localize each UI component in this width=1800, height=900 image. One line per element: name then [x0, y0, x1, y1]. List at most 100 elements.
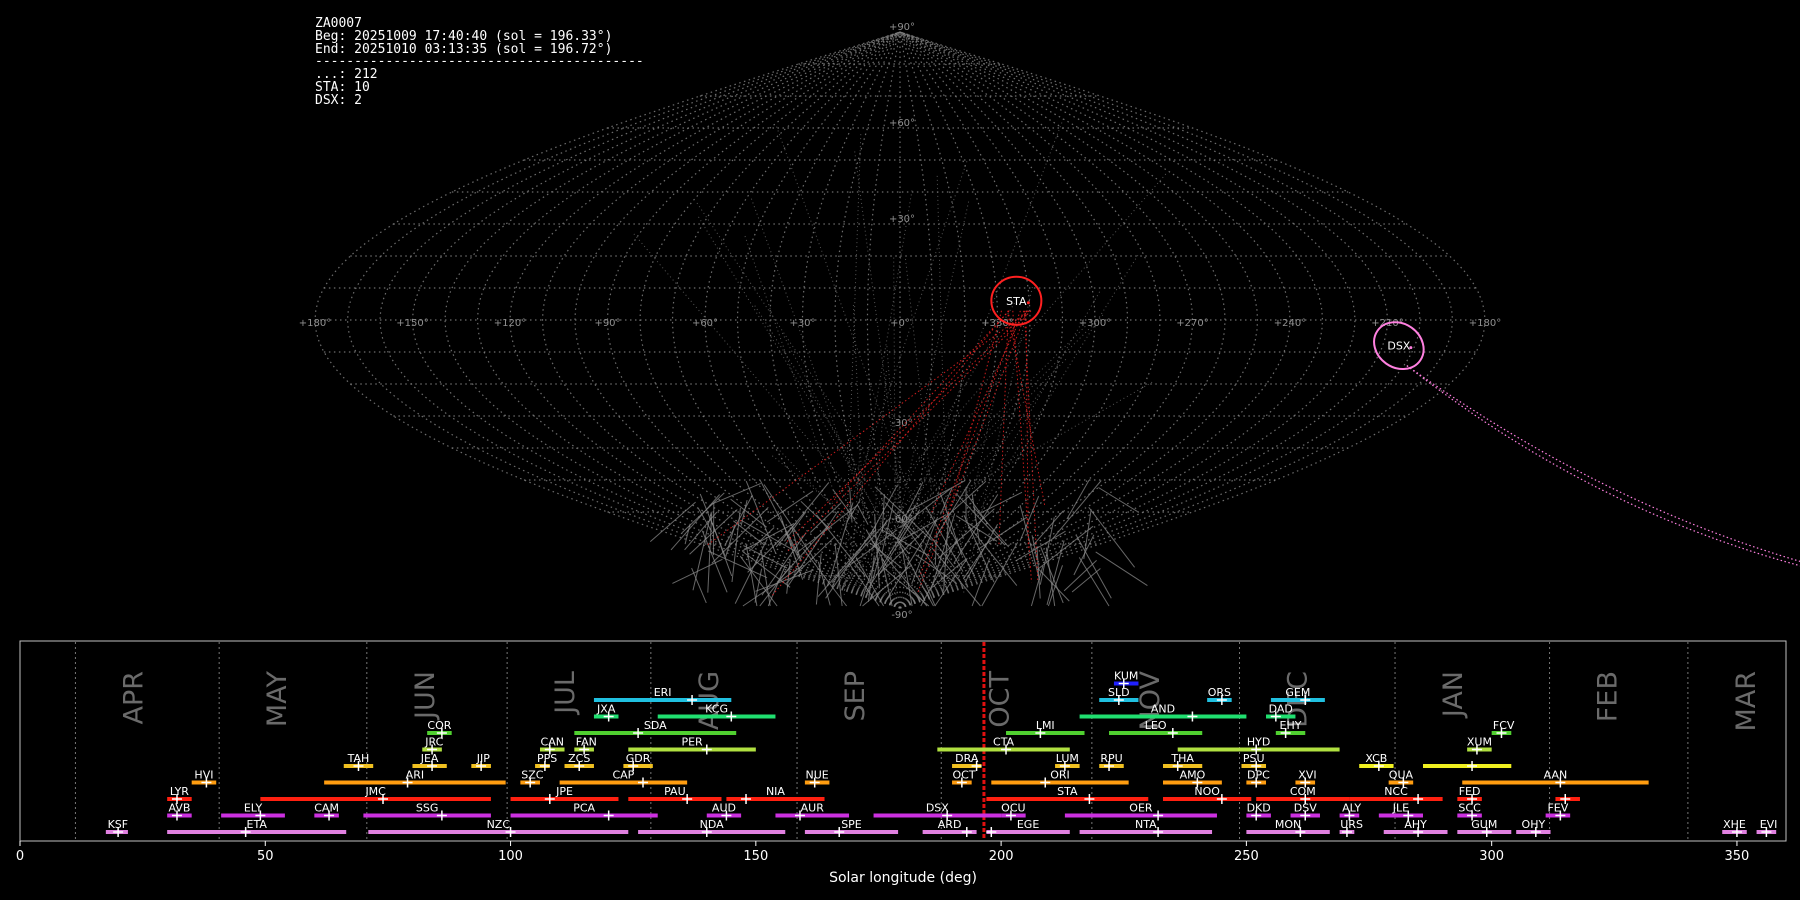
shower-bar	[952, 764, 982, 768]
lon-tick-label: +60°	[692, 318, 718, 329]
dsx-trail	[1406, 365, 1800, 567]
shower-fev: FEV	[1545, 802, 1571, 821]
shower-bar	[559, 780, 688, 785]
shower-code-label: JIP	[476, 752, 490, 765]
shower-bar	[628, 797, 722, 801]
meteor-trail	[1098, 487, 1138, 513]
shower-code-label: XCB	[1365, 752, 1387, 765]
shower-bar	[510, 797, 619, 801]
shower-code-label: GEM	[1285, 686, 1310, 699]
month-label: AUG	[694, 671, 725, 730]
meteor-trail	[1036, 525, 1094, 570]
shower-code-label: NDA	[700, 818, 725, 831]
month-label: OCT	[984, 671, 1015, 728]
meteor-trail	[843, 134, 862, 596]
meteor-trail	[1076, 535, 1112, 599]
shower-zcs: ZCS	[564, 752, 594, 771]
shower-code-label: SZC	[521, 769, 544, 782]
shower-gdr: GDR	[623, 752, 653, 771]
shower-code-label: OHY	[1522, 818, 1546, 831]
shower-code-label: PPS	[537, 752, 557, 765]
shower-circle-label: DSX	[1387, 340, 1410, 353]
shower-bar	[564, 764, 594, 768]
shower-bar	[1378, 813, 1423, 818]
shower-bar	[1099, 698, 1139, 702]
meteor-trail	[1019, 495, 1040, 542]
shower-fed: FED	[1457, 785, 1482, 804]
meteor-trail	[707, 550, 768, 579]
shower-bar	[1545, 813, 1571, 818]
lon-tick-label: +120°	[494, 318, 526, 329]
shower-bar	[343, 764, 374, 768]
meteor-trail	[741, 523, 795, 552]
shower-code-label: NIA	[766, 785, 785, 798]
shower-code-label: DRA	[955, 752, 979, 765]
shower-code-label: AMO	[1180, 769, 1206, 782]
shower-aur: AUR	[775, 802, 850, 821]
shower-bar	[1246, 780, 1267, 785]
meteor-trail	[831, 516, 892, 584]
shower-cam: CAM	[314, 802, 339, 821]
shower-code-label: ZCS	[568, 752, 590, 765]
shower-bar	[986, 830, 1070, 834]
sta-trail	[930, 310, 1025, 515]
shower-code-label: ARI	[406, 769, 424, 782]
month-label: JUN	[410, 671, 441, 721]
meteor-trail	[745, 545, 758, 607]
meteor-trail	[1095, 551, 1148, 587]
shower-code-label: ORI	[1050, 769, 1070, 782]
shower-spe: SPE	[804, 818, 899, 837]
shower-bar	[623, 764, 653, 768]
x-tick-label: 150	[743, 849, 768, 864]
shower-code-label: AAN	[1544, 769, 1568, 782]
shower-code-label: SCC	[1458, 802, 1481, 815]
shower-bar	[1064, 813, 1217, 818]
meteor-trail	[1045, 547, 1056, 607]
shower-dad: DAD	[1266, 703, 1296, 722]
shower-bar	[324, 780, 506, 785]
shower-bar	[105, 830, 128, 834]
shower-sta: STA	[986, 785, 1149, 804]
shower-bar	[167, 813, 192, 818]
shower-eri: ERI	[593, 686, 732, 705]
meteor-trail	[955, 492, 1006, 546]
shower-unlabeled	[1422, 761, 1512, 771]
shower-bar	[363, 813, 491, 818]
meteor-trail	[710, 482, 761, 506]
shower-bar	[1099, 764, 1124, 768]
shower-jle: JLE	[1378, 802, 1423, 821]
shower-bar	[1207, 698, 1232, 702]
shower-bar	[657, 714, 776, 719]
shower-aud: AUD	[706, 802, 742, 821]
shower-bar	[628, 747, 756, 752]
meteor-trail	[981, 542, 1019, 607]
shower-bar	[191, 780, 217, 785]
shower-code-label: SSG	[416, 802, 439, 815]
shower-szc: SZC	[520, 769, 544, 788]
x-tick-label: 200	[989, 849, 1014, 864]
shower-per: PER	[628, 736, 756, 755]
shower-code-label: JXA	[596, 703, 616, 716]
shower-code-label: NCC	[1384, 785, 1408, 798]
meteor-trail	[843, 381, 1153, 560]
shower-bar	[1467, 747, 1492, 752]
shower-ahy: AHY	[1383, 818, 1448, 837]
shower-aan: AAN	[1462, 769, 1649, 788]
shower-code-label: AUR	[801, 802, 825, 815]
shower-bar	[1491, 731, 1512, 735]
shower-code-label: EHY	[1280, 719, 1302, 732]
meteor-trail	[957, 369, 1002, 562]
shower-ehy: EHY	[1275, 719, 1306, 738]
shower-urs: URS	[1339, 818, 1363, 837]
shower-ege: EGE	[986, 818, 1070, 837]
shower-bar	[1359, 764, 1394, 768]
shower-eta: ETA	[167, 818, 347, 837]
shower-code-label: DAD	[1269, 703, 1293, 716]
meteor-trail	[848, 562, 880, 607]
lon-tick-label: +90°	[594, 318, 620, 329]
shower-nzc: NZC	[368, 818, 629, 837]
shower-bar	[937, 747, 1070, 752]
meteor-trail	[895, 118, 1064, 558]
shower-noo: NOO	[1162, 785, 1252, 804]
shower-code-label: KUM	[1114, 670, 1138, 683]
